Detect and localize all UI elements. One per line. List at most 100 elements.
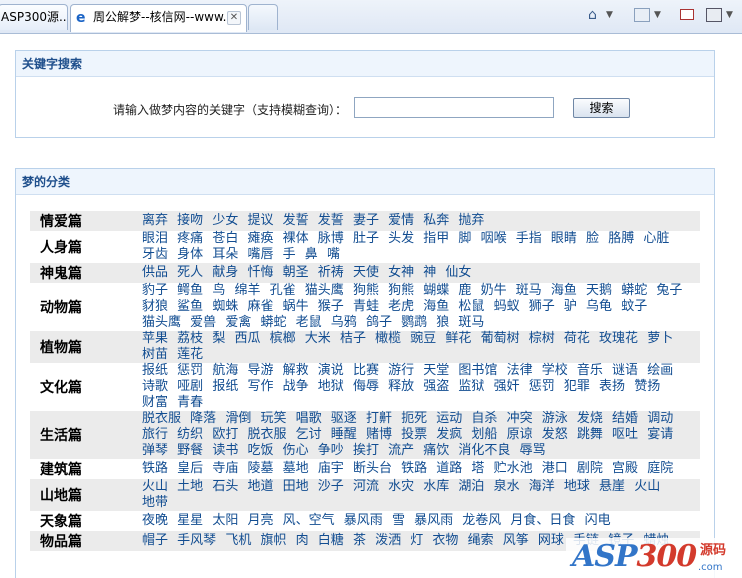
dream-keyword-link[interactable]: 橄榄 (375, 331, 401, 346)
dream-keyword-link[interactable]: 读书 (212, 443, 238, 458)
dream-keyword-link[interactable]: 发誓 (318, 213, 344, 228)
dream-keyword-link[interactable]: 蚊子 (621, 299, 647, 314)
dream-keyword-link[interactable]: 贮水池 (494, 461, 533, 476)
dream-keyword-link[interactable]: 辱骂 (520, 443, 546, 458)
dream-keyword-link[interactable]: 胳膊 (608, 231, 634, 246)
dream-keyword-link[interactable]: 流产 (388, 443, 414, 458)
dream-keyword-link[interactable]: 鸟 (212, 283, 225, 298)
dream-keyword-link[interactable]: 猫头鹰 (142, 315, 181, 330)
dream-keyword-link[interactable]: 朝圣 (283, 265, 309, 280)
dream-keyword-link[interactable]: 私奔 (423, 213, 449, 228)
dream-keyword-link[interactable]: 棕树 (529, 331, 555, 346)
dream-keyword-link[interactable]: 鹦鹉 (401, 315, 427, 330)
dream-keyword-link[interactable]: 挨打 (353, 443, 379, 458)
dream-keyword-link[interactable]: 表扬 (599, 379, 625, 394)
dream-keyword-link[interactable]: 战争 (283, 379, 309, 394)
dream-keyword-link[interactable]: 鹿 (458, 283, 471, 298)
dream-keyword-link[interactable]: 奶牛 (481, 283, 507, 298)
dream-keyword-link[interactable]: 青春 (177, 395, 203, 410)
dream-keyword-link[interactable]: 抛弃 (458, 213, 484, 228)
dream-keyword-link[interactable]: 学校 (542, 363, 568, 378)
dream-keyword-link[interactable]: 报纸 (212, 379, 238, 394)
dream-keyword-link[interactable]: 爱禽 (225, 315, 251, 330)
dream-keyword-link[interactable]: 鸽子 (366, 315, 392, 330)
dream-keyword-link[interactable]: 肉 (296, 533, 309, 548)
dream-keyword-link[interactable]: 离弃 (142, 213, 168, 228)
dream-keyword-link[interactable]: 神 (423, 265, 436, 280)
dream-keyword-link[interactable]: 报纸 (142, 363, 168, 378)
dream-keyword-link[interactable]: 火山 (634, 479, 660, 494)
close-tab-icon[interactable]: ✕ (227, 11, 241, 25)
dream-keyword-link[interactable]: 疼痛 (177, 231, 203, 246)
dream-keyword-link[interactable]: 发疯 (436, 427, 462, 442)
dream-keyword-link[interactable]: 睡醒 (331, 427, 357, 442)
dream-keyword-link[interactable]: 水灾 (388, 479, 414, 494)
dream-keyword-link[interactable]: 月食、日食 (510, 513, 575, 528)
dream-keyword-link[interactable]: 弹琴 (142, 443, 168, 458)
dream-keyword-link[interactable]: 财富 (142, 395, 168, 410)
dream-keyword-link[interactable]: 唱歌 (296, 411, 322, 426)
dream-keyword-link[interactable]: 地带 (142, 495, 168, 510)
dream-keyword-link[interactable]: 茶 (353, 533, 366, 548)
print-icon[interactable] (706, 8, 722, 22)
dream-keyword-link[interactable]: 斑马 (516, 283, 542, 298)
dream-keyword-link[interactable]: 暴风雨 (414, 513, 453, 528)
dream-keyword-link[interactable]: 庙宇 (318, 461, 344, 476)
dream-keyword-link[interactable]: 脸 (586, 231, 599, 246)
dream-keyword-link[interactable]: 牙齿 (142, 247, 168, 262)
dream-keyword-link[interactable]: 发怒 (542, 427, 568, 442)
dream-keyword-link[interactable]: 猴子 (318, 299, 344, 314)
dream-keyword-link[interactable]: 石头 (212, 479, 238, 494)
dream-keyword-link[interactable]: 树苗 (142, 347, 168, 362)
dream-keyword-link[interactable]: 写作 (247, 379, 273, 394)
dream-keyword-link[interactable]: 惩罚 (529, 379, 555, 394)
search-button[interactable]: 搜索 (573, 98, 630, 118)
dream-keyword-link[interactable]: 爱兽 (190, 315, 216, 330)
dream-keyword-link[interactable]: 接吻 (177, 213, 203, 228)
dream-keyword-link[interactable]: 港口 (542, 461, 568, 476)
dream-keyword-link[interactable]: 游泳 (542, 411, 568, 426)
dream-keyword-link[interactable]: 田地 (283, 479, 309, 494)
dream-keyword-link[interactable]: 莲花 (177, 347, 203, 362)
dream-keyword-link[interactable]: 心脏 (643, 231, 669, 246)
dream-keyword-link[interactable]: 铁路 (401, 461, 427, 476)
dream-keyword-link[interactable]: 乞讨 (296, 427, 322, 442)
dream-keyword-link[interactable]: 赞扬 (634, 379, 660, 394)
dream-keyword-link[interactable]: 驱逐 (331, 411, 357, 426)
dream-keyword-link[interactable]: 自杀 (471, 411, 497, 426)
dream-keyword-link[interactable]: 头发 (388, 231, 414, 246)
dream-keyword-link[interactable]: 咽喉 (481, 231, 507, 246)
dream-keyword-link[interactable]: 音乐 (577, 363, 603, 378)
dream-keyword-link[interactable]: 绘画 (647, 363, 673, 378)
dream-keyword-link[interactable]: 槟榔 (270, 331, 296, 346)
dream-keyword-link[interactable]: 衣物 (432, 533, 458, 548)
dream-keyword-link[interactable]: 手风琴 (177, 533, 216, 548)
dream-keyword-link[interactable]: 发烧 (577, 411, 603, 426)
dream-keyword-link[interactable]: 天鹅 (586, 283, 612, 298)
dream-keyword-link[interactable]: 天堂 (423, 363, 449, 378)
dream-keyword-link[interactable]: 狗熊 (353, 283, 379, 298)
dream-keyword-link[interactable]: 脚 (458, 231, 471, 246)
dream-keyword-link[interactable]: 旅行 (142, 427, 168, 442)
chevron-down-icon[interactable]: ▼ (726, 6, 733, 24)
dream-keyword-link[interactable]: 调动 (647, 411, 673, 426)
dream-keyword-link[interactable]: 发誓 (283, 213, 309, 228)
dream-keyword-link[interactable]: 提议 (247, 213, 273, 228)
chevron-down-icon[interactable]: ▼ (606, 6, 613, 24)
dream-keyword-link[interactable]: 嘴 (327, 247, 340, 262)
dream-keyword-link[interactable]: 蝴蝶 (423, 283, 449, 298)
dream-keyword-link[interactable]: 脱衣服 (247, 427, 286, 442)
dream-keyword-link[interactable]: 荔枝 (177, 331, 203, 346)
dream-keyword-link[interactable]: 忏悔 (247, 265, 273, 280)
dream-keyword-link[interactable]: 豺狼 (142, 299, 168, 314)
dream-keyword-link[interactable]: 雪 (392, 513, 405, 528)
dream-keyword-link[interactable]: 地球 (564, 479, 590, 494)
dream-keyword-link[interactable]: 鳄鱼 (177, 283, 203, 298)
dream-keyword-link[interactable]: 沙子 (318, 479, 344, 494)
dream-keyword-link[interactable]: 脱衣服 (142, 411, 181, 426)
dream-keyword-link[interactable]: 狗熊 (388, 283, 414, 298)
dream-keyword-link[interactable]: 夜晚 (142, 513, 168, 528)
dream-keyword-link[interactable]: 纺织 (177, 427, 203, 442)
dream-keyword-link[interactable]: 女神 (388, 265, 414, 280)
dream-keyword-link[interactable]: 青蛙 (353, 299, 379, 314)
